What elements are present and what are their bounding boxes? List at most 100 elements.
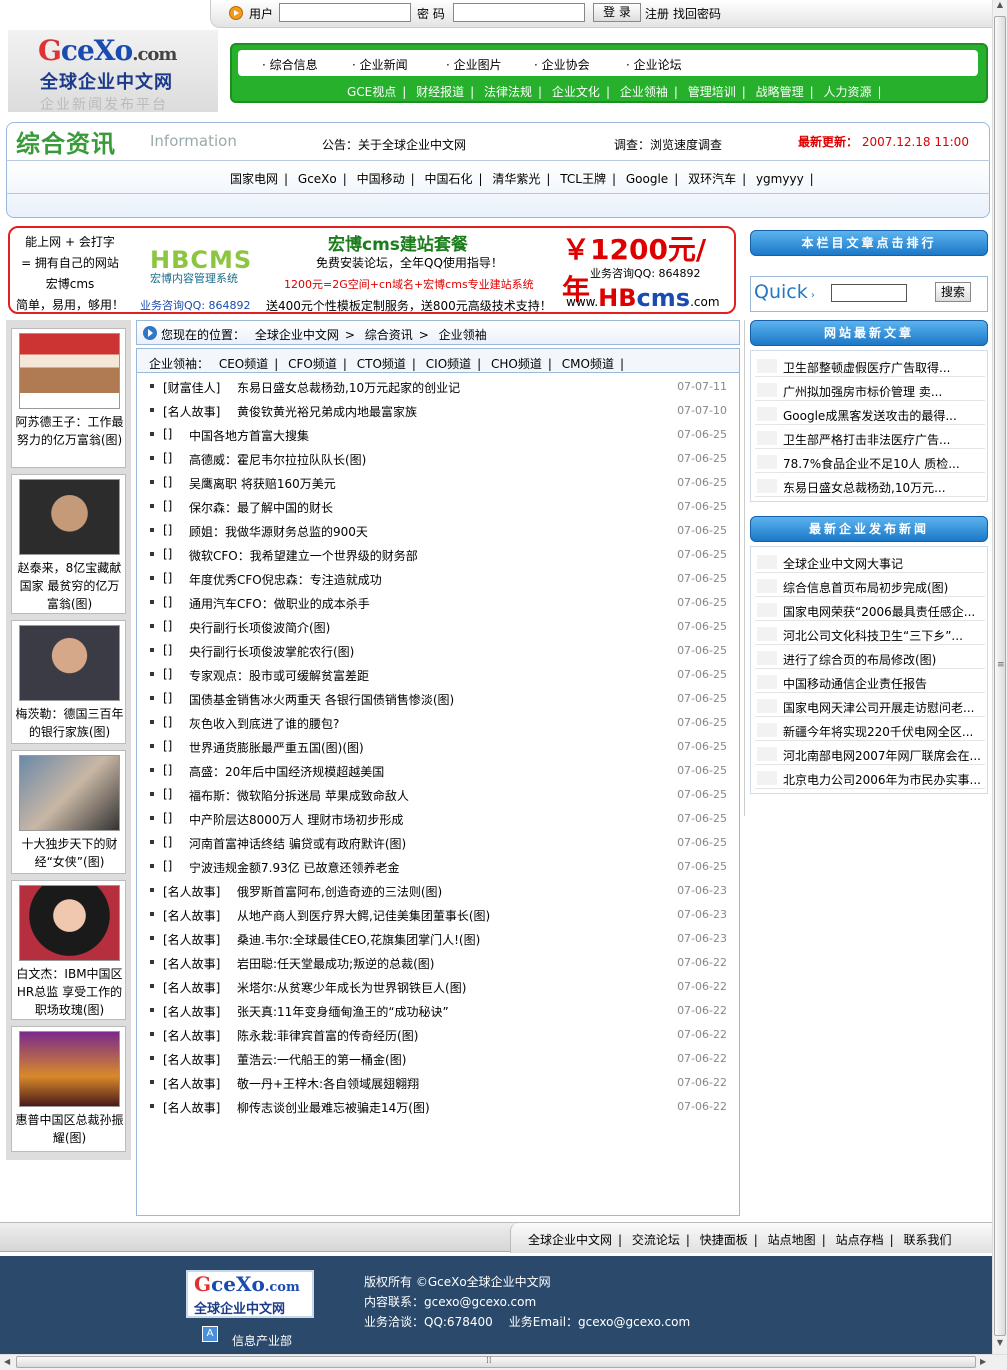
person-caption[interactable]: 白文杰：IBM中国区HR总监 享受工作的职场玫瑰(图): [14, 965, 125, 1019]
person-card[interactable]: 阿苏德王子：工作最努力的亿万富翁(图): [11, 328, 126, 468]
news-row[interactable]: [名人故事] 敬一丹+王梓木:各自领域展翅翱翔 07-06-22: [137, 1071, 739, 1095]
sidebar-article-title[interactable]: 卫生部严格打击非法医疗广告...: [783, 431, 983, 448]
news-category[interactable]: [名人故事]: [163, 907, 220, 924]
notice-link[interactable]: 公告：关于全球企业中文网: [322, 136, 466, 153]
news-category[interactable]: []: [163, 619, 172, 633]
sidebar-article-link[interactable]: 中国移动通信企业责任报告: [755, 671, 985, 693]
news-row[interactable]: [] 年度优秀CFO倪忠森：专注造就成功 07-06-25: [137, 567, 739, 591]
sidebar-article-title[interactable]: 综合信息首页布局初步完成(图): [783, 579, 983, 596]
person-caption[interactable]: 十大独步天下的财经“女侠”(图): [14, 835, 125, 871]
news-category[interactable]: [财富佳人]: [163, 379, 220, 396]
footer-link-sitemap[interactable]: 站点地图: [768, 1233, 816, 1247]
news-title[interactable]: 吴鹰离职 将获赔160万美元: [189, 475, 336, 492]
news-row[interactable]: [] 中国各地方首富大搜集 07-06-25: [137, 423, 739, 447]
sidebar-article-title[interactable]: 78.7%食品企业不足10人 质检...: [783, 455, 983, 472]
sidebar-article-title[interactable]: 北京电力公司2006年为市民办实事...: [783, 771, 983, 788]
news-category[interactable]: [名人故事]: [163, 1075, 220, 1092]
sidebar-article-link[interactable]: 北京电力公司2006年为市民办实事...: [755, 767, 985, 789]
news-category[interactable]: []: [163, 427, 172, 441]
breadcrumb-home[interactable]: 全球企业中文网: [255, 328, 339, 342]
news-category[interactable]: [名人故事]: [163, 1051, 220, 1068]
sidebar-article-link[interactable]: 新疆今年将实现220千伏电网全区...: [755, 719, 985, 741]
sidebar-article-link[interactable]: 全球企业中文网大事记: [755, 551, 985, 573]
news-row[interactable]: [] 高德威：霍尼韦尔拉拉队队长(图) 07-06-25: [137, 447, 739, 471]
news-category[interactable]: [名人故事]: [163, 883, 220, 900]
news-row[interactable]: [名人故事] 俄罗斯首富阿布,创造奇迹的三法则(图) 07-06-23: [137, 879, 739, 903]
login-button[interactable]: 登 录: [593, 3, 641, 22]
hbcms-banner-ad[interactable]: 能上网 + 会打字 = 拥有自己的网站 宏博cms 简单，易用，够用！ HBCM…: [8, 226, 736, 314]
news-category[interactable]: []: [163, 787, 172, 801]
news-row[interactable]: [] 专家观点：股市或可缓解贫富差距 07-06-25: [137, 663, 739, 687]
scroll-left-icon[interactable]: ◀: [4, 1357, 10, 1366]
partner-link[interactable]: 中国移动: [357, 172, 405, 186]
news-category[interactable]: []: [163, 835, 172, 849]
gov-badge-icon[interactable]: A: [202, 1326, 218, 1342]
news-title[interactable]: 董浩云:一代船王的第一桶金(图): [237, 1051, 406, 1068]
sidebar-article-link[interactable]: 广州拟加强房市标价管理 卖...: [755, 379, 985, 401]
news-row[interactable]: [名人故事] 岩田聪:任天堂最成功;叛逆的总裁(图) 07-06-22: [137, 951, 739, 975]
scroll-right-icon[interactable]: ▶: [980, 1357, 986, 1366]
sidebar-article-title[interactable]: 广州拟加强房市标价管理 卖...: [783, 383, 983, 400]
news-category[interactable]: []: [163, 499, 172, 513]
news-category[interactable]: []: [163, 451, 172, 465]
channel-cio[interactable]: CIO频道: [426, 357, 471, 371]
news-row[interactable]: [财富佳人] 东易日盛女总裁杨劲,10万元起家的创业记 07-07-11: [137, 375, 739, 399]
news-category[interactable]: []: [163, 595, 172, 609]
news-title[interactable]: 桑迪.韦尔:全球最佳CEO,花旗集团掌门人!(图): [237, 931, 480, 948]
news-row[interactable]: [] 宁波违规金额7.93亿 已故意还领养老金 07-06-25: [137, 855, 739, 879]
news-row[interactable]: [] 微软CFO：我希望建立一个世界级的财务部 07-06-25: [137, 543, 739, 567]
news-row[interactable]: [] 国债基金销售冰火两重天 各银行国债销售惨淡(图) 07-06-25: [137, 687, 739, 711]
person-caption[interactable]: 梅茨勒：德国三百年的银行家族(图): [14, 705, 125, 741]
news-row[interactable]: [] 保尔森：最了解中国的财长 07-06-25: [137, 495, 739, 519]
person-caption[interactable]: 阿苏德王子：工作最努力的亿万富翁(图): [14, 413, 125, 449]
person-caption[interactable]: 惠普中国区总裁孙振耀(图): [14, 1111, 125, 1147]
person-card[interactable]: 白文杰：IBM中国区HR总监 享受工作的职场玫瑰(图): [11, 880, 126, 1020]
partner-link[interactable]: Google: [626, 172, 668, 186]
nav-item-corp-news[interactable]: · 企业新闻: [352, 56, 408, 73]
news-title[interactable]: 张天真:11年变身缅甸渔王的“成功秘诀”: [237, 1003, 449, 1020]
news-title[interactable]: 米塔尔:从贫寒少年成长为世界钢铁巨人(图): [237, 979, 466, 996]
register-link[interactable]: 注册: [645, 5, 669, 22]
news-title[interactable]: 微软CFO：我希望建立一个世界级的财务部: [189, 547, 418, 564]
partner-link[interactable]: TCL王牌: [560, 172, 606, 186]
news-row[interactable]: [] 通用汽车CFO：做职业的成本杀手 07-06-25: [137, 591, 739, 615]
news-row[interactable]: [名人故事] 桑迪.韦尔:全球最佳CEO,花旗集团掌门人!(图) 07-06-23: [137, 927, 739, 951]
news-row[interactable]: [名人故事] 张天真:11年变身缅甸渔王的“成功秘诀” 07-06-22: [137, 999, 739, 1023]
sidebar-article-title[interactable]: 卫生部整顿虚假医疗广告取得...: [783, 359, 983, 376]
news-title[interactable]: 高德威：霍尼韦尔拉拉队队长(图): [189, 451, 366, 468]
news-category[interactable]: [名人故事]: [163, 403, 220, 420]
news-title[interactable]: 国债基金销售冰火两重天 各银行国债销售惨淡(图): [189, 691, 454, 708]
news-title[interactable]: 中国各地方首富大搜集: [189, 427, 309, 444]
gov-label[interactable]: 信息产业部: [232, 1332, 292, 1349]
sidebar-article-link[interactable]: 国家电网天津公司开展走访慰问老...: [755, 695, 985, 717]
person-card[interactable]: 赵泰来，8亿宝藏献国家 最贫穷的亿万富翁(图): [11, 474, 126, 614]
partner-link[interactable]: 清华紫光: [492, 172, 540, 186]
channel-cto[interactable]: CTO频道: [357, 357, 406, 371]
news-category[interactable]: []: [163, 571, 172, 585]
news-category[interactable]: [名人故事]: [163, 1099, 220, 1116]
scroll-up-icon[interactable]: ▲: [993, 0, 1007, 15]
subnav-gce-view[interactable]: GCE视点: [347, 85, 396, 99]
sidebar-article-title[interactable]: 国家电网荣获“2006最具责任感企...: [783, 603, 983, 620]
scroll-thumb[interactable]: [16, 1356, 976, 1368]
horizontal-scrollbar[interactable]: ◀ ⁞⁞ ▶: [0, 1354, 1007, 1370]
sidebar-article-title[interactable]: 全球企业中文网大事记: [783, 555, 983, 572]
partner-link[interactable]: 双环汽车: [688, 172, 736, 186]
news-category[interactable]: []: [163, 667, 172, 681]
person-card[interactable]: 惠普中国区总裁孙振耀(图): [11, 1026, 126, 1152]
sidebar-article-link[interactable]: 78.7%食品企业不足10人 质检...: [755, 451, 985, 473]
quick-search-input[interactable]: [831, 284, 907, 302]
sidebar-article-link[interactable]: Google成黑客发送攻击的最得...: [755, 403, 985, 425]
news-category[interactable]: [名人故事]: [163, 979, 220, 996]
partner-link[interactable]: ygmyyy: [756, 172, 804, 186]
forgot-password-link[interactable]: 找回密码: [673, 5, 721, 22]
news-title[interactable]: 通用汽车CFO：做职业的成本杀手: [189, 595, 370, 612]
news-row[interactable]: [名人故事] 董浩云:一代船王的第一桶金(图) 07-06-22: [137, 1047, 739, 1071]
partner-link[interactable]: GceXo: [298, 172, 337, 186]
breadcrumb-current[interactable]: 企业领袖: [439, 328, 487, 342]
news-category[interactable]: []: [163, 739, 172, 753]
news-row[interactable]: [] 福布斯：微软陷分拆迷局 苹果成致命敌人 07-06-25: [137, 783, 739, 807]
news-row[interactable]: [] 央行副行长项俊波掌舵农行(图) 07-06-25: [137, 639, 739, 663]
news-title[interactable]: 从地产商人到医疗界大鳄,记佳美集团董事长(图): [237, 907, 490, 924]
news-category[interactable]: []: [163, 859, 172, 873]
